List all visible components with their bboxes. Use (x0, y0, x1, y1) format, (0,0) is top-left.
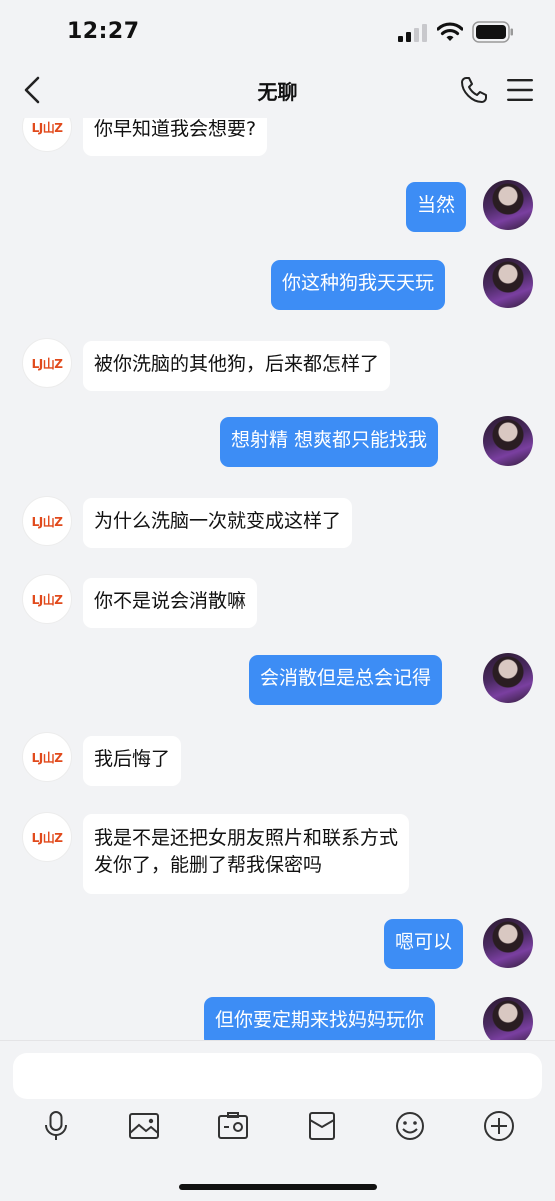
wifi-icon (437, 22, 463, 41)
message-input[interactable] (13, 1053, 542, 1099)
microphone-icon[interactable] (39, 1109, 73, 1143)
cellular-signal-icon (398, 24, 427, 42)
contact-avatar[interactable]: LJ山Z (22, 496, 72, 546)
user-avatar[interactable] (483, 258, 533, 308)
incoming-message-bubble[interactable]: 你早知道我会想要? (83, 118, 268, 156)
contact-avatar[interactable]: LJ山Z (22, 574, 72, 624)
outgoing-message-bubble[interactable]: 嗯可以 (384, 919, 464, 969)
outgoing-message-bubble[interactable]: 当然 (406, 182, 467, 232)
user-avatar[interactable] (483, 653, 533, 703)
incoming-message-bubble-multiline[interactable]: 我是不是还把女朋友照片和联系方式 发你了，能删了帮我保密吗 (83, 814, 410, 894)
contact-avatar[interactable]: LJ山Z (22, 732, 72, 782)
contact-avatar[interactable]: LJ山Z (22, 812, 72, 862)
menu-icon[interactable] (504, 76, 536, 104)
incoming-message-bubble[interactable]: 被你洗脑的其他狗，后来都怎样了 (83, 341, 391, 391)
image-icon[interactable] (127, 1109, 161, 1143)
outgoing-message-bubble[interactable]: 但你要定期来找妈妈玩你 (204, 997, 436, 1040)
user-avatar[interactable] (483, 997, 533, 1040)
message-line-1: 我是不是还把女朋友照片和联系方式 (94, 827, 399, 849)
status-time: 12:27 (67, 19, 140, 44)
incoming-message-bubble[interactable]: 为什么洗脑一次就变成这样了 (83, 498, 353, 548)
user-avatar[interactable] (483, 180, 533, 230)
avatar-logo-text: LJ山Z (31, 357, 63, 371)
avatar-logo-text: LJ山Z (31, 593, 63, 607)
user-avatar[interactable] (483, 918, 533, 968)
user-avatar[interactable] (483, 416, 533, 466)
status-bar: 12:27 (0, 0, 555, 60)
avatar-logo-text: LJ山Z (31, 751, 63, 765)
outgoing-message-bubble[interactable]: 你这种狗我天天玩 (271, 260, 446, 310)
wallet-icon[interactable] (305, 1109, 339, 1143)
chat-message-list[interactable]: LJ山Z 你早知道我会想要? 当然 你这种狗我天天玩 LJ山Z 被你洗脑的其他狗… (0, 118, 555, 1040)
phone-call-icon[interactable] (458, 74, 490, 106)
message-line-2: 发你了，能删了帮我保密吗 (94, 854, 323, 876)
outgoing-message-bubble[interactable]: 会消散但是总会记得 (249, 655, 443, 705)
avatar-logo-text: LJ山Z (31, 121, 63, 135)
avatar-logo-text: LJ山Z (31, 831, 63, 845)
contact-avatar[interactable]: LJ山Z (22, 118, 72, 152)
outgoing-message-bubble[interactable]: 想射精 想爽都只能找我 (220, 417, 439, 467)
contact-avatar[interactable]: LJ山Z (22, 338, 72, 388)
emoji-icon[interactable] (393, 1109, 427, 1143)
avatar-logo-text: LJ山Z (31, 515, 63, 529)
camera-icon[interactable] (216, 1109, 250, 1143)
incoming-message-bubble[interactable]: 你不是说会消散嘛 (83, 578, 258, 628)
home-indicator (179, 1184, 377, 1190)
incoming-message-bubble[interactable]: 我后悔了 (83, 736, 182, 786)
navigation-bar: 无聊 (0, 60, 555, 118)
battery-icon (472, 21, 513, 43)
plus-icon[interactable] (482, 1109, 516, 1143)
composer-area (0, 1040, 555, 1201)
